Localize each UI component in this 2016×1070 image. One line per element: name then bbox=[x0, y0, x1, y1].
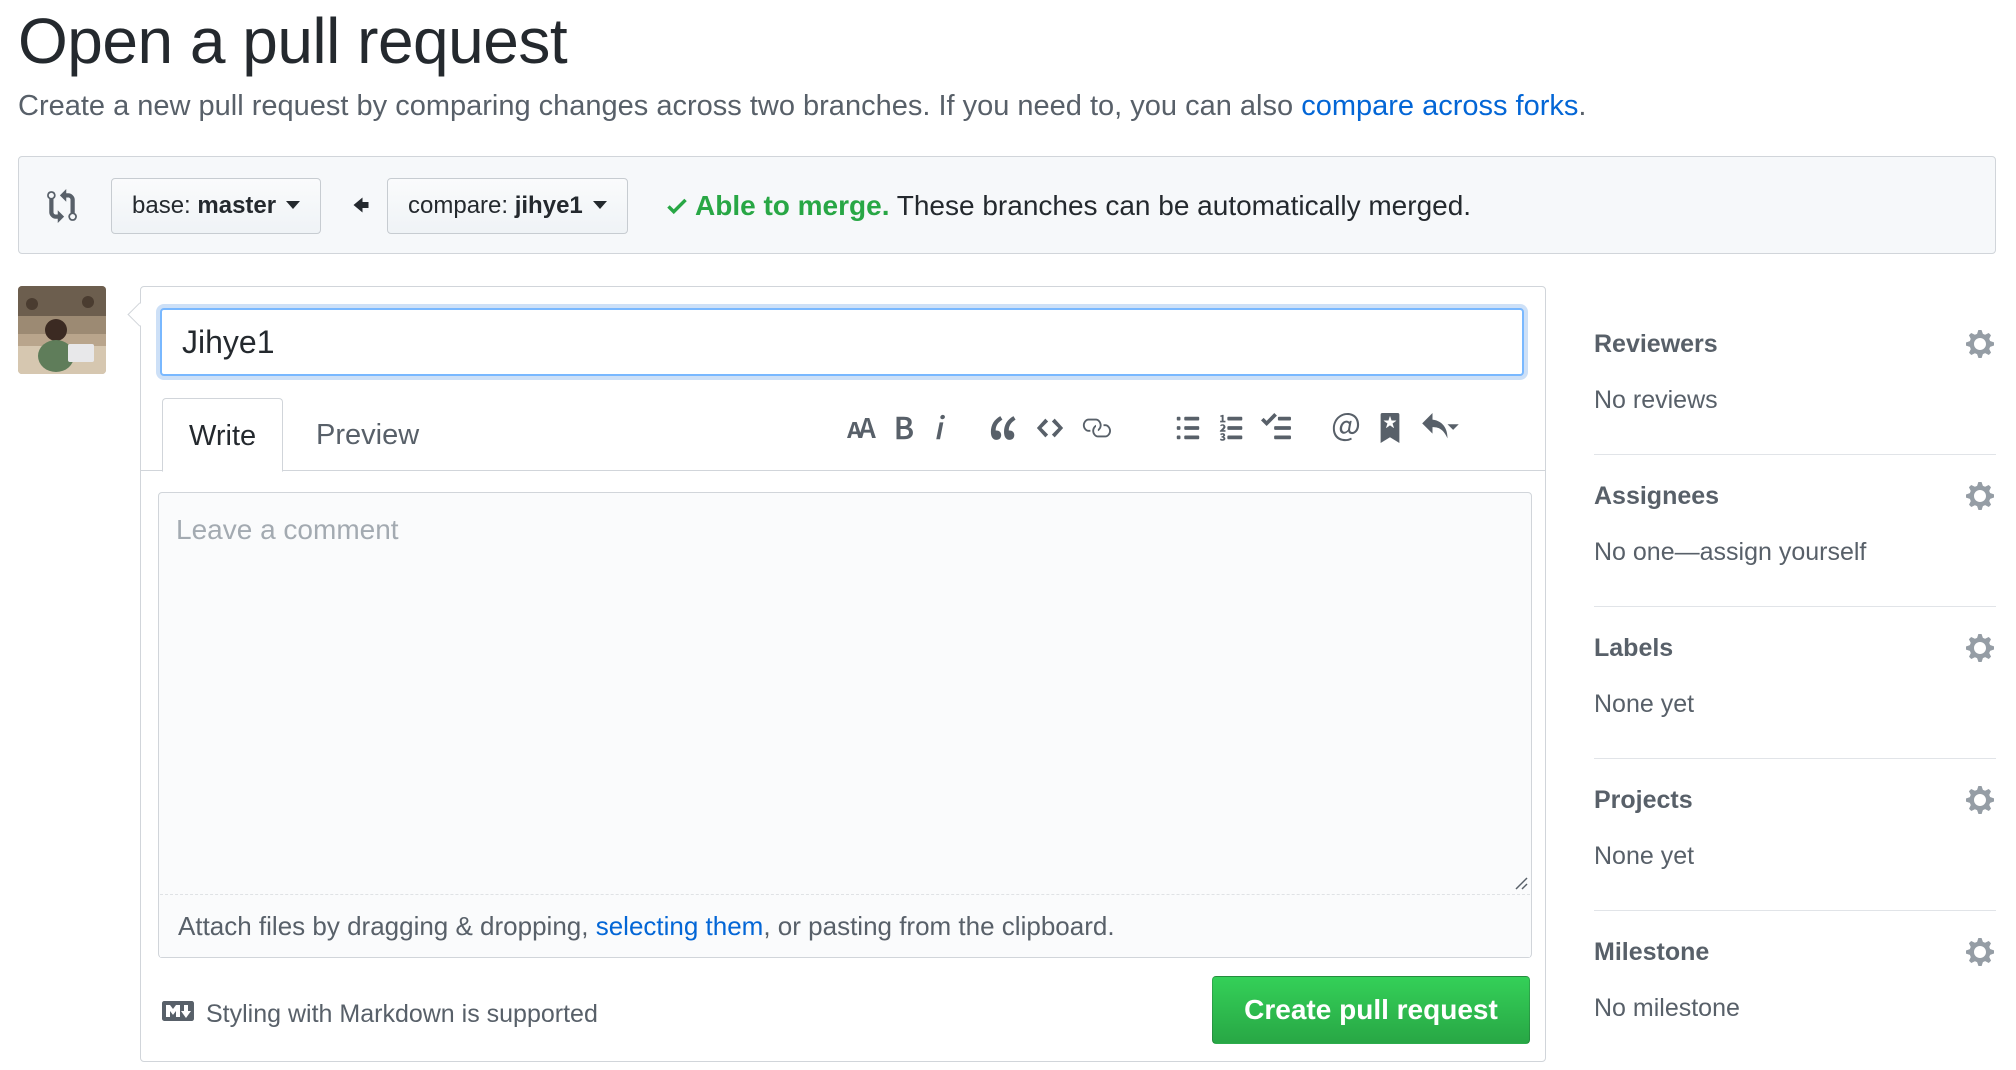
compare-branch-label: compare: bbox=[408, 192, 509, 219]
mention-icon[interactable] bbox=[1326, 408, 1366, 448]
chevron-down-icon bbox=[592, 200, 607, 209]
sidebar-reviewers-value: No reviews bbox=[1594, 386, 1718, 414]
bookmark-icon[interactable] bbox=[1370, 408, 1410, 448]
text-size-icon[interactable] bbox=[842, 408, 882, 448]
tab-write[interactable]: Write bbox=[162, 398, 284, 472]
sidebar-projects-value: None yet bbox=[1594, 842, 1695, 870]
subtitle-text: Create a new pull request by comparing c… bbox=[18, 90, 1302, 122]
create-pull-request-button[interactable]: Create pull request bbox=[1212, 976, 1530, 1044]
gear-icon[interactable] bbox=[1964, 328, 1996, 360]
base-branch-select[interactable]: base: master bbox=[111, 178, 322, 234]
selecting-them-link[interactable]: selecting them bbox=[596, 911, 764, 941]
sidebar-reviewers-heading[interactable]: Reviewers bbox=[1594, 330, 1718, 359]
code-icon[interactable] bbox=[1030, 408, 1070, 448]
merge-detail-text: These branches can be automatically merg… bbox=[889, 190, 1472, 221]
page-title: Open a pull request bbox=[18, 5, 568, 77]
branch-range-bar: base: master compare: jihye1 Able to mer… bbox=[18, 156, 1996, 254]
task-list-icon[interactable] bbox=[1256, 408, 1296, 448]
sidebar-section-assignees: Assignees No one—assign yourself bbox=[1594, 454, 1996, 607]
markdown-icon bbox=[162, 996, 194, 1032]
sidebar-labels-value: None yet bbox=[1594, 690, 1695, 718]
sidebar-labels-heading[interactable]: Labels bbox=[1594, 634, 1673, 663]
unordered-list-icon[interactable] bbox=[1168, 408, 1208, 448]
sidebar-milestone-heading[interactable]: Milestone bbox=[1594, 938, 1709, 967]
sidebar-assignees-heading[interactable]: Assignees bbox=[1594, 482, 1719, 511]
markdown-note[interactable]: Styling with Markdown is supported bbox=[162, 996, 598, 1032]
base-branch-value: master bbox=[197, 192, 277, 219]
sidebar-section-milestone: Milestone No milestone bbox=[1594, 910, 1996, 1062]
comment-textarea[interactable] bbox=[160, 494, 1530, 894]
gear-icon[interactable] bbox=[1964, 936, 1996, 968]
arrow-left-icon bbox=[349, 193, 373, 222]
page-subtitle: Create a new pull request by comparing c… bbox=[18, 86, 1586, 126]
sidebar-section-labels: Labels None yet bbox=[1594, 606, 1996, 759]
bold-icon[interactable] bbox=[884, 408, 924, 448]
attach-files-bar[interactable]: Attach files by dragging & dropping, sel… bbox=[160, 895, 1530, 957]
git-compare-icon bbox=[45, 189, 79, 228]
merge-status: Able to merge. These branches can be aut… bbox=[665, 186, 1471, 226]
gear-icon[interactable] bbox=[1964, 480, 1996, 512]
avatar[interactable] bbox=[18, 286, 106, 374]
gear-icon[interactable] bbox=[1964, 784, 1996, 816]
pr-title-input[interactable] bbox=[160, 308, 1524, 376]
check-icon bbox=[667, 198, 687, 215]
sidebar-section-projects: Projects None yet bbox=[1594, 758, 1996, 911]
chevron-down-icon bbox=[286, 200, 301, 209]
resize-handle-icon[interactable] bbox=[1514, 876, 1528, 890]
compare-branch-select[interactable]: compare: jihye1 bbox=[387, 178, 628, 234]
ordered-list-icon[interactable] bbox=[1212, 408, 1252, 448]
sidebar-projects-heading[interactable]: Projects bbox=[1594, 786, 1693, 815]
quote-icon[interactable] bbox=[984, 408, 1024, 448]
markdown-note-text: Styling with Markdown is supported bbox=[206, 1000, 598, 1028]
italic-icon[interactable] bbox=[920, 408, 960, 448]
sidebar-assignees-value[interactable]: No one—assign yourself bbox=[1594, 538, 1866, 567]
tab-preview[interactable]: Preview bbox=[290, 398, 445, 472]
attach-end-text: , or pasting from the clipboard. bbox=[763, 911, 1115, 941]
subtitle-end: . bbox=[1578, 90, 1587, 122]
link-icon[interactable] bbox=[1076, 408, 1116, 448]
compare-branch-value: jihye1 bbox=[514, 192, 583, 219]
reply-icon[interactable] bbox=[1414, 408, 1466, 448]
base-branch-label: base: bbox=[132, 192, 191, 219]
gear-icon[interactable] bbox=[1964, 632, 1996, 664]
attach-text: Attach files by dragging & dropping, bbox=[178, 911, 596, 941]
sidebar-section-reviewers: Reviewers No reviews bbox=[1594, 302, 1996, 455]
compare-across-forks-link[interactable]: compare across forks bbox=[1301, 90, 1578, 122]
merge-ok-text: Able to merge. bbox=[695, 190, 890, 221]
sidebar-milestone-value: No milestone bbox=[1594, 994, 1740, 1022]
